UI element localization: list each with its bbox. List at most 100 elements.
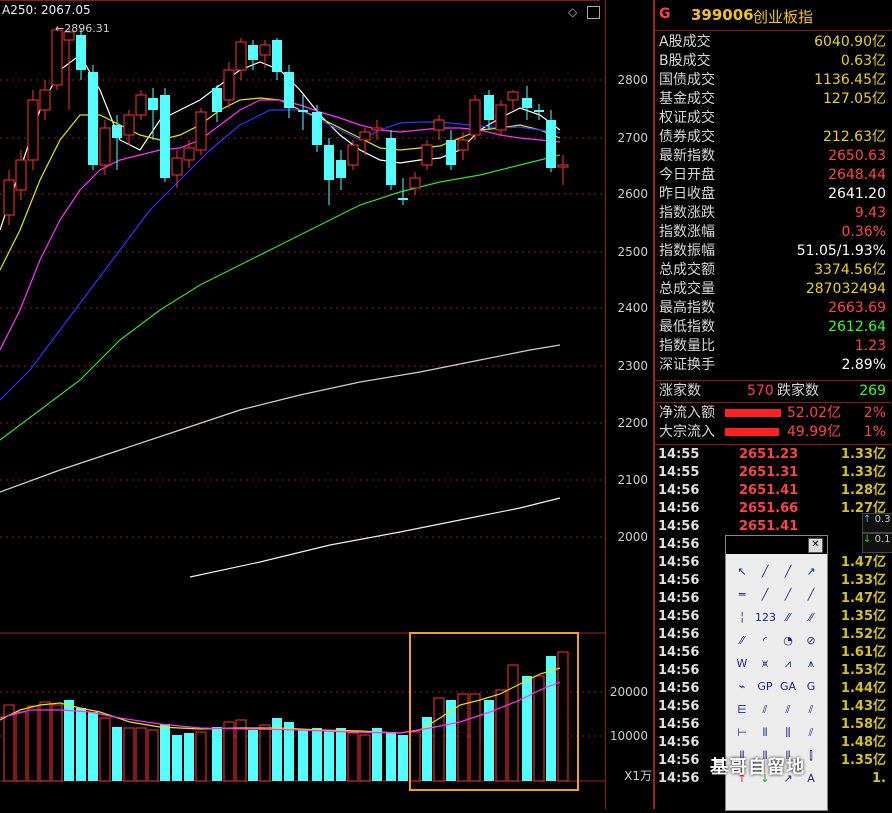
tick-row[interactable]: 14:56 2651.66 1.27亿 bbox=[655, 500, 888, 518]
draw-tool-button[interactable]: W bbox=[732, 654, 752, 674]
quote-label: 总成交量 bbox=[659, 281, 715, 297]
draw-tool-button[interactable]: ⫼ bbox=[778, 723, 798, 743]
quote-label: 今日开盘 bbox=[659, 167, 715, 183]
quote-value: 51.05/1.93% bbox=[796, 243, 886, 259]
draw-tool-button[interactable]: ⫽ bbox=[755, 700, 775, 720]
candle-body bbox=[386, 138, 396, 185]
volume-bar bbox=[135, 727, 147, 782]
high-price-label: ←2896.31 bbox=[55, 22, 110, 35]
candle-body bbox=[160, 95, 170, 178]
volume-bar bbox=[76, 708, 86, 781]
draw-tool-button[interactable]: ⫽ bbox=[801, 700, 821, 720]
quote-label: 债券成交 bbox=[659, 129, 715, 145]
draw-tool-button[interactable]: ⊘ bbox=[801, 631, 821, 651]
volume-bar bbox=[398, 735, 408, 781]
side-indicator-down[interactable]: ↓ 0.1 bbox=[862, 533, 892, 553]
draw-tool-button[interactable]: ◔ bbox=[778, 631, 798, 651]
quote-label: A股成交 bbox=[659, 34, 711, 50]
draw-tool-button[interactable]: ╎ bbox=[732, 608, 752, 628]
toolbox-titlebar[interactable]: ✕ bbox=[726, 536, 827, 554]
candle-body bbox=[446, 140, 456, 165]
side-indicator-up[interactable]: ↑ 0.3 bbox=[862, 513, 892, 533]
draw-tool-button[interactable]: ╱ bbox=[755, 562, 775, 582]
tick-volume: 1.61亿 bbox=[840, 645, 886, 660]
quote-label: 指数涨幅 bbox=[659, 224, 715, 240]
tick-volume: 1.52亿 bbox=[840, 627, 886, 642]
volume-bar bbox=[123, 727, 135, 782]
draw-tool-button[interactable]: ╱ bbox=[755, 585, 775, 605]
volume-bar bbox=[298, 730, 308, 781]
maximize-icon[interactable] bbox=[587, 6, 600, 19]
draw-tool-button[interactable]: G bbox=[801, 677, 821, 697]
draw-tool-button[interactable]: ═ bbox=[732, 585, 752, 605]
block-inflow-row: 大宗流入 49.99亿 1% bbox=[655, 423, 888, 442]
down-label: 跌家数 bbox=[777, 383, 819, 399]
draw-tool-button[interactable]: ⋿ bbox=[732, 700, 752, 720]
tick-row[interactable]: 14:55 2651.23 1.33亿 bbox=[655, 446, 888, 464]
draw-tool-button[interactable]: ↗ bbox=[801, 562, 821, 582]
quote-row: 最高指数 2663.69 bbox=[655, 299, 888, 318]
chart-canvas[interactable] bbox=[0, 0, 605, 809]
draw-tool-button[interactable]: ⌁ bbox=[732, 677, 752, 697]
tick-row[interactable]: 14:55 2651.31 1.33亿 bbox=[655, 464, 888, 482]
draw-tool-button[interactable]: 123 bbox=[755, 608, 776, 628]
draw-tool-button[interactable]: ⁄⁄ bbox=[778, 608, 798, 628]
draw-tool-button[interactable]: ⊢ bbox=[732, 723, 752, 743]
candle-body bbox=[324, 145, 334, 180]
candlestick-chart[interactable]: A250: 2067.05 ←2896.31 ◇ bbox=[0, 0, 605, 809]
draw-tool-button[interactable]: ⩘ bbox=[778, 654, 798, 674]
quote-value: 3374.56亿 bbox=[814, 262, 886, 278]
volume-bar bbox=[172, 735, 182, 781]
close-icon[interactable]: ✕ bbox=[808, 538, 823, 553]
quote-value: 1.23 bbox=[854, 338, 886, 354]
quote-value: 2612.64 bbox=[828, 319, 886, 335]
volume-bar bbox=[160, 724, 170, 781]
draw-tool-button[interactable]: ╱ bbox=[801, 585, 821, 605]
candle-body bbox=[15, 159, 27, 191]
side-value: 0.3 bbox=[874, 514, 891, 525]
draw-tool-button[interactable]: ╱ bbox=[778, 585, 798, 605]
quote-row: 权证成交 bbox=[655, 109, 888, 128]
volume-bar bbox=[522, 676, 532, 781]
quote-value: 0.63亿 bbox=[840, 53, 886, 69]
block-inflow-pct: 1% bbox=[863, 424, 886, 440]
draw-tool-button[interactable]: ⫽ bbox=[801, 723, 821, 743]
draw-tool-button[interactable]: ⦀ bbox=[755, 723, 775, 743]
tick-time: 14:56 bbox=[658, 573, 700, 588]
quote-value: 1136.45亿 bbox=[814, 72, 886, 88]
ma250-label: A250: 2067.05 bbox=[2, 3, 91, 17]
tick-volume: 1.47亿 bbox=[840, 591, 886, 606]
draw-tool-button[interactable]: ⁄⁄ bbox=[732, 631, 752, 651]
volume-bar bbox=[312, 728, 322, 781]
quote-label: 最高指数 bbox=[659, 300, 715, 316]
draw-tool-button[interactable]: GA bbox=[778, 677, 798, 697]
block-inflow-bar bbox=[725, 428, 779, 436]
draw-tool-button[interactable]: ◜ bbox=[755, 631, 775, 651]
draw-tool-button[interactable]: ⩙ bbox=[755, 654, 775, 674]
candle-body bbox=[212, 88, 222, 112]
volume-bar bbox=[184, 733, 194, 781]
y-tick: 2300 bbox=[617, 359, 648, 373]
draw-tool-button[interactable]: ╱ bbox=[778, 562, 798, 582]
draw-tool-button[interactable]: ↖ bbox=[732, 562, 752, 582]
tick-time: 14:56 bbox=[658, 483, 700, 498]
draw-tool-button[interactable]: ⩚ bbox=[801, 654, 821, 674]
tick-row[interactable]: 14:56 2651.41 1.28亿 bbox=[655, 482, 888, 500]
tick-time: 14:56 bbox=[658, 717, 700, 732]
draw-tool-button[interactable]: ⫽ bbox=[778, 700, 798, 720]
tick-time: 14:56 bbox=[658, 771, 700, 786]
draw-tool-button[interactable]: ⁄⁄ bbox=[801, 608, 821, 628]
tick-row[interactable]: 14:562651.411. bbox=[655, 518, 888, 536]
tick-time: 14:56 bbox=[658, 501, 700, 516]
candle-body bbox=[469, 99, 481, 136]
volume-bar bbox=[372, 728, 382, 781]
diamond-icon[interactable]: ◇ bbox=[568, 5, 577, 19]
volume-bar bbox=[433, 697, 445, 782]
tick-volume: 1.33亿 bbox=[840, 447, 886, 462]
draw-tool-button[interactable]: GP bbox=[755, 677, 775, 697]
tick-time: 14:55 bbox=[658, 447, 700, 462]
quote-row: 总成交量 287032494 bbox=[655, 280, 888, 299]
candle-body bbox=[88, 72, 98, 165]
y-tick: 2500 bbox=[617, 245, 648, 259]
quote-label: 最低指数 bbox=[659, 319, 715, 335]
